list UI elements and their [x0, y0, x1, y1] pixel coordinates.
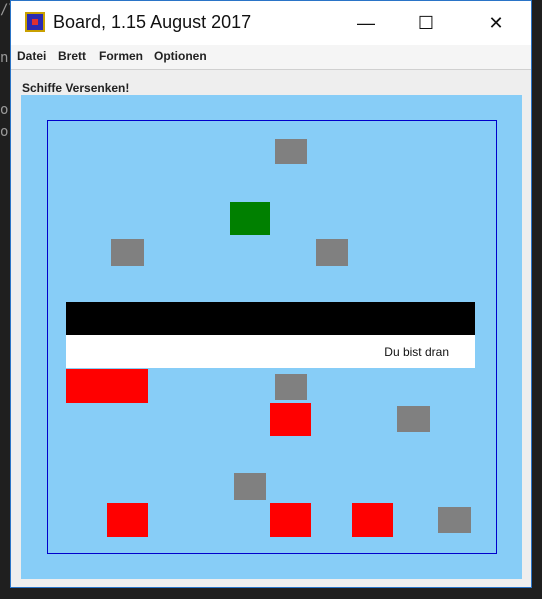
close-icon: ✕: [488, 12, 504, 33]
status-bar: Du bist dran: [66, 335, 475, 368]
app-window: Board, 1.15 August 2017 — ☐ ✕ Datei Bret…: [10, 0, 532, 588]
menu-bar: Datei Brett Formen Optionen: [11, 45, 531, 70]
hit-cell[interactable]: [270, 403, 311, 436]
hit-cell[interactable]: [107, 503, 148, 537]
menu-datei[interactable]: Datei: [17, 49, 46, 63]
minimize-button[interactable]: —: [343, 1, 389, 45]
board-app-icon[interactable]: [25, 12, 45, 32]
menu-optionen[interactable]: Optionen: [154, 49, 207, 63]
miss-cell[interactable]: [438, 507, 471, 533]
miss-cell[interactable]: [234, 473, 266, 500]
maximize-icon: ☐: [417, 12, 435, 33]
background-glyph: o: [0, 124, 9, 140]
miss-cell[interactable]: [275, 139, 307, 164]
window-title: Board, 1.15 August 2017: [53, 12, 252, 32]
miss-cell[interactable]: [111, 239, 144, 266]
background-glyph: n: [0, 50, 9, 66]
hit-cell[interactable]: [352, 503, 393, 537]
turn-status-text: Du bist dran: [384, 345, 449, 359]
hit-cell[interactable]: [270, 503, 311, 537]
hit-cell[interactable]: [66, 369, 148, 403]
game-board[interactable]: Du bist dran: [21, 95, 522, 579]
miss-cell[interactable]: [275, 374, 307, 400]
menu-formen[interactable]: Formen: [99, 49, 143, 63]
miss-cell[interactable]: [316, 239, 348, 266]
close-button[interactable]: ✕: [473, 1, 519, 45]
background-glyph: o: [0, 102, 9, 118]
status-bar-top: [66, 302, 475, 335]
game-heading: Schiffe Versenken!: [22, 81, 130, 95]
menu-brett[interactable]: Brett: [58, 49, 86, 63]
minimize-icon: —: [357, 12, 375, 33]
player-marker[interactable]: [230, 202, 270, 235]
title-bar[interactable]: Board, 1.15 August 2017 — ☐ ✕: [11, 1, 531, 45]
maximize-button[interactable]: ☐: [403, 1, 449, 45]
miss-cell[interactable]: [397, 406, 430, 432]
